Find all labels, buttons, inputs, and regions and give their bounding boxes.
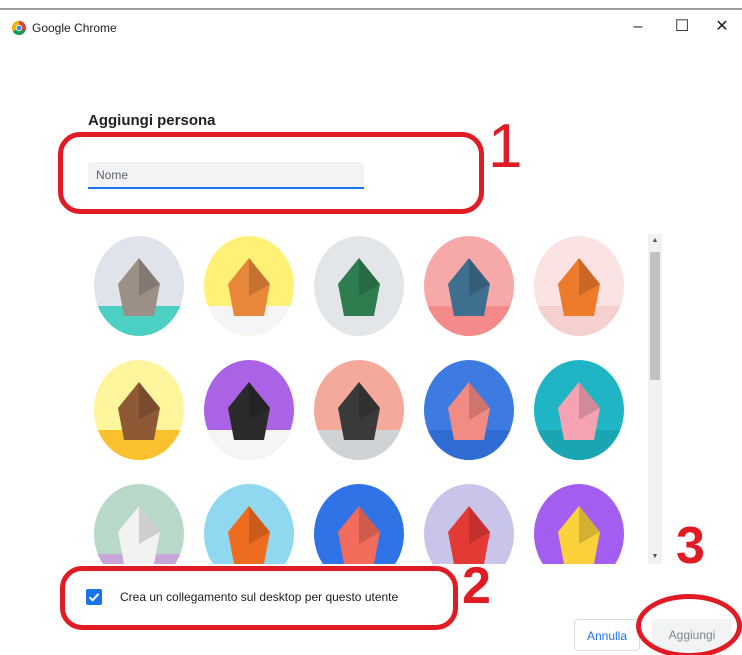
window-title: Google Chrome [32,21,117,35]
avatar-dragon[interactable] [314,236,404,336]
annotation-number-3: 3 [676,517,705,575]
cancel-button[interactable]: Annulla [574,619,640,651]
avatar-butterfly[interactable] [424,360,514,460]
butterfly-icon [424,360,514,460]
avatar-corgi[interactable] [204,236,294,336]
dialog-heading: Aggiungi persona [88,112,216,129]
avatar-scrollbar[interactable]: ▲ ▼ [648,234,662,564]
annotation-box-step-2 [60,566,458,630]
cat-icon [94,236,184,336]
avatar-basketball[interactable] [204,484,294,564]
annotation-number-1: 1 [488,112,523,181]
rabbit-icon [534,360,624,460]
avatar-monkey[interactable] [94,360,184,460]
bird-icon [424,484,514,564]
avatar-picker[interactable] [84,234,640,564]
elephant-icon [424,236,514,336]
annotation-ellipse-step-3 [636,594,742,655]
avatar-unicorn[interactable] [94,484,184,564]
scroll-thumb[interactable] [650,252,660,380]
avatar-bird[interactable] [424,484,514,564]
annotation-box-step-1 [58,132,484,214]
avatar-fox[interactable] [534,236,624,336]
avatar-elephant[interactable] [424,236,514,336]
dragon-icon [314,236,404,336]
avatar-panda[interactable] [204,360,294,460]
bicycle-icon [314,484,404,564]
title-bar: Google Chrome – ☐ ✕ [0,10,742,44]
avatar-penguin[interactable] [314,360,404,460]
fox-icon [534,236,624,336]
penguin-icon [314,360,404,460]
scroll-down-arrow-icon[interactable]: ▼ [648,550,662,564]
avatar-rabbit[interactable] [534,360,624,460]
close-button[interactable]: ✕ [702,14,742,40]
cheese-icon [534,484,624,564]
maximize-button[interactable]: ☐ [662,14,702,40]
minimize-button[interactable]: – [618,14,658,40]
panda-icon [204,360,294,460]
corgi-icon [204,236,294,336]
scroll-up-arrow-icon[interactable]: ▲ [648,234,662,248]
annotation-number-2: 2 [462,557,491,615]
avatar-cat[interactable] [94,236,184,336]
avatar-bicycle[interactable] [314,484,404,564]
chrome-logo-icon [12,21,26,35]
monkey-icon [94,360,184,460]
basketball-icon [204,484,294,564]
avatar-cheese[interactable] [534,484,624,564]
unicorn-icon [94,484,184,564]
